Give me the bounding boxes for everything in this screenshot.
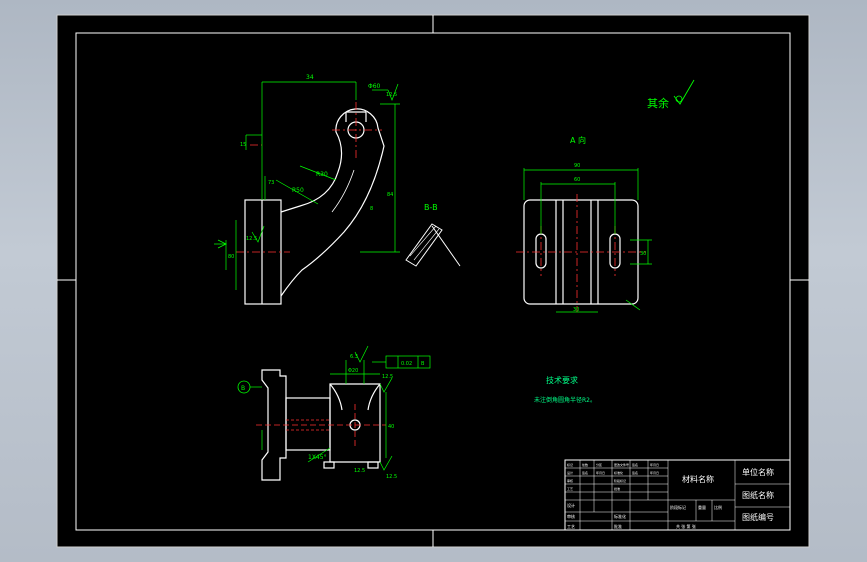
tb-process: 工艺 bbox=[567, 524, 575, 529]
svg-text:处数: 处数 bbox=[582, 462, 588, 467]
dim-bot-40: 40 bbox=[388, 424, 394, 430]
tb-scale: 比例 bbox=[714, 504, 722, 510]
dim-84: 84 bbox=[387, 192, 393, 198]
dim-bot-bot: 12.5 bbox=[354, 468, 365, 474]
dim-8: 8 bbox=[370, 206, 373, 212]
roughness-left: 12.5 bbox=[246, 236, 257, 242]
tb-std: 标准化 bbox=[614, 513, 626, 519]
tb-material: 材料名称 bbox=[682, 474, 714, 484]
svg-text:签名: 签名 bbox=[632, 462, 638, 467]
dim-bot-tol2: B bbox=[421, 361, 425, 367]
svg-text:签名: 签名 bbox=[632, 470, 638, 475]
dim-left-15: 15 bbox=[240, 142, 246, 148]
dim-a-outer: 90 bbox=[574, 163, 580, 169]
dim-a-bottom: 30 bbox=[573, 307, 579, 313]
svg-text:阶段标记: 阶段标记 bbox=[614, 478, 626, 483]
dim-front-width: 34 bbox=[306, 74, 314, 81]
tech-body: 未注倒角圆角半径R2。 bbox=[534, 396, 596, 404]
svg-text:标记: 标记 bbox=[567, 462, 573, 467]
dim-r30: R30 bbox=[316, 171, 328, 178]
tech-title: 技术要求 bbox=[546, 375, 578, 385]
section-title: B-B bbox=[424, 203, 438, 212]
tb-sheets: 共 张 第 张 bbox=[676, 523, 696, 529]
dim-r50: R50 bbox=[292, 187, 304, 194]
dim-bot-r: 6.3 bbox=[350, 354, 358, 360]
tb-drawing-no: 图纸编号 bbox=[742, 512, 774, 522]
dim-bot-r2: 12.5 bbox=[382, 374, 393, 380]
svg-text:设计: 设计 bbox=[567, 470, 573, 475]
tb-drawing-name: 图纸名称 bbox=[742, 490, 774, 500]
svg-text:分区: 分区 bbox=[596, 462, 602, 467]
tb-check: 审核 bbox=[567, 513, 575, 519]
dim-a-right: 30 bbox=[640, 251, 646, 257]
dim-top-dia: Φ60 bbox=[368, 83, 381, 90]
svg-text:年月日: 年月日 bbox=[650, 462, 659, 467]
tb-design: 设计 bbox=[567, 502, 575, 508]
dim-bot-20: Φ20 bbox=[348, 368, 358, 374]
svg-text:年月日: 年月日 bbox=[650, 470, 659, 475]
svg-text:工艺: 工艺 bbox=[567, 486, 573, 491]
drawing-sheet bbox=[57, 15, 809, 547]
tb-unit: 单位名称 bbox=[742, 467, 774, 477]
cad-viewport[interactable]: 34 Φ60 12.5 15 R30 R50 73 84 8 12.5 80 B… bbox=[0, 0, 867, 562]
dim-73: 73 bbox=[268, 180, 274, 186]
view-a-title: A 向 bbox=[570, 135, 586, 145]
tb-weight: 重量 bbox=[698, 504, 706, 510]
roughness-top: 12.5 bbox=[386, 92, 397, 98]
svg-text:其余: 其余 bbox=[647, 96, 669, 110]
tb-approve: 批准 bbox=[614, 523, 622, 529]
svg-text:审核: 审核 bbox=[567, 478, 573, 483]
svg-text:标准化: 标准化 bbox=[614, 470, 623, 475]
dim-80: 80 bbox=[228, 254, 234, 260]
svg-text:批准: 批准 bbox=[614, 486, 620, 491]
svg-text:签名: 签名 bbox=[582, 470, 588, 475]
dim-bot-c: 1X45° bbox=[308, 454, 327, 461]
svg-text:年月日: 年月日 bbox=[596, 470, 605, 475]
tb-stage: 阶段标记 bbox=[670, 504, 686, 510]
balloon-label: B bbox=[241, 385, 245, 392]
dim-bot-br: 12.5 bbox=[386, 474, 397, 480]
svg-text:更改文件号: 更改文件号 bbox=[614, 462, 629, 467]
dim-bot-tol1: 0.02 bbox=[401, 361, 412, 367]
dim-a-inner: 60 bbox=[574, 177, 580, 183]
